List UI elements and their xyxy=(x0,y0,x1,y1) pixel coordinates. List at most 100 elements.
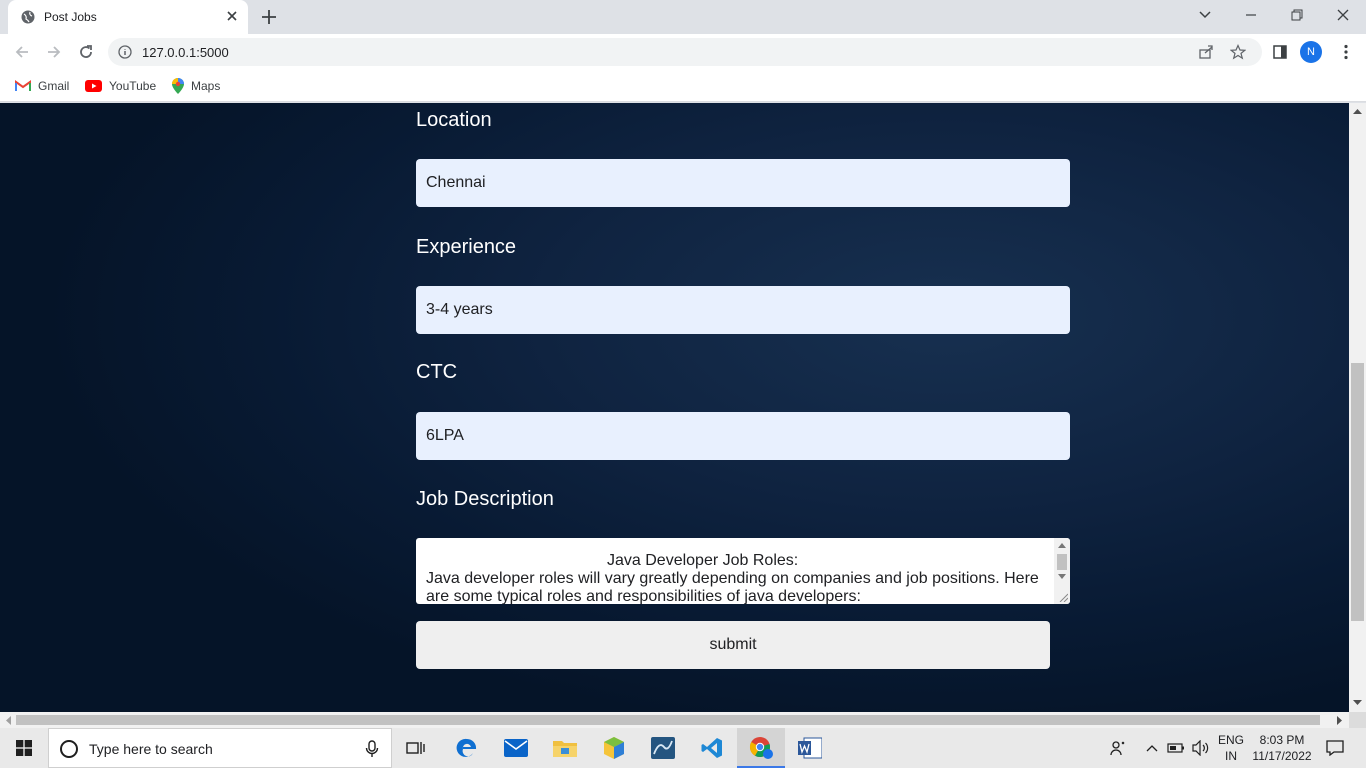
scroll-right-icon[interactable] xyxy=(1337,716,1343,725)
address-bar[interactable]: 127.0.0.1:5000 xyxy=(108,38,1262,66)
more-vert-icon xyxy=(1344,44,1348,60)
horizontal-scroll-thumb[interactable] xyxy=(16,715,1320,725)
chevron-down-icon xyxy=(1199,11,1211,19)
arrow-left-icon xyxy=(15,46,28,58)
taskbar-vscode[interactable] xyxy=(688,728,736,768)
battery-button[interactable] xyxy=(1166,728,1186,768)
side-panel-icon xyxy=(1273,45,1287,59)
share-icon[interactable] xyxy=(1198,44,1214,60)
taskbar-file-explorer[interactable] xyxy=(541,728,589,768)
speaker-icon xyxy=(1192,740,1209,756)
taskbar-mail[interactable] xyxy=(492,728,540,768)
windows-taskbar: Type here to search ENG IN 8:03 PM 11/17… xyxy=(0,728,1366,768)
word-icon xyxy=(798,737,822,759)
windows-logo-icon xyxy=(16,740,32,756)
show-hidden-icons-button[interactable] xyxy=(1142,728,1162,768)
clock: 8:03 PM 11/17/2022 xyxy=(1252,732,1311,764)
youtube-icon xyxy=(85,80,102,92)
battery-icon xyxy=(1167,743,1184,753)
chrome-icon xyxy=(749,737,773,759)
database-app-icon xyxy=(651,737,675,759)
new-tab-icon[interactable] xyxy=(260,8,278,26)
side-panel-button[interactable] xyxy=(1268,40,1292,64)
tab-post-jobs[interactable]: Post Jobs xyxy=(8,0,248,34)
browser-tab-bar: Post Jobs xyxy=(0,0,1366,34)
clock-button[interactable]: 8:03 PM 11/17/2022 xyxy=(1250,728,1314,768)
cube-app-icon xyxy=(604,737,624,759)
bookmark-maps[interactable]: Maps xyxy=(172,78,220,94)
scroll-up-icon[interactable] xyxy=(1353,108,1362,114)
taskbar-edge[interactable] xyxy=(443,728,491,768)
action-center-button[interactable] xyxy=(1318,728,1352,768)
back-button[interactable] xyxy=(10,40,34,64)
restore-button[interactable] xyxy=(1274,0,1320,30)
tab-search-button[interactable] xyxy=(1182,0,1228,30)
task-view-button[interactable] xyxy=(392,728,440,768)
bookmark-label: YouTube xyxy=(109,79,157,93)
search-placeholder: Type here to search xyxy=(89,741,213,757)
scroll-up-icon[interactable] xyxy=(1058,542,1066,548)
description-heading: Java Developer Job Roles: xyxy=(607,552,799,569)
clock-date: 11/17/2022 xyxy=(1252,749,1312,763)
bookmark-star-icon[interactable] xyxy=(1230,44,1246,60)
description-body: Java developer roles will vary greatly d… xyxy=(426,570,1039,604)
submit-button[interactable]: submit xyxy=(416,621,1050,669)
language-indicator: ENG IN xyxy=(1218,732,1244,764)
restore-icon xyxy=(1291,9,1303,21)
page-scroll-thumb[interactable] xyxy=(1351,363,1364,621)
taskbar-word[interactable] xyxy=(786,728,834,768)
taskbar-app-cube[interactable] xyxy=(590,728,638,768)
browser-toolbar: 127.0.0.1:5000 N xyxy=(0,34,1366,70)
experience-input[interactable] xyxy=(416,286,1070,334)
scroll-down-icon[interactable] xyxy=(1353,700,1362,706)
close-icon xyxy=(1337,9,1349,21)
maps-pin-icon xyxy=(172,78,184,94)
minimize-button[interactable] xyxy=(1228,0,1274,30)
bookmark-gmail[interactable]: Gmail xyxy=(15,78,69,94)
taskbar-mysql-workbench[interactable] xyxy=(639,728,687,768)
reload-button[interactable] xyxy=(74,40,98,64)
textarea-scroll-thumb[interactable] xyxy=(1057,554,1067,570)
tab-title: Post Jobs xyxy=(44,10,97,24)
bookmarks-bar: Gmail YouTube Maps xyxy=(0,70,1366,102)
tray-people-button[interactable] xyxy=(1104,728,1132,768)
input-language-button[interactable]: ENG IN xyxy=(1214,728,1248,768)
page-horizontal-scrollbar[interactable] xyxy=(0,712,1349,728)
profile-avatar[interactable]: N xyxy=(1300,41,1322,63)
textarea-scrollbar[interactable] xyxy=(1054,538,1070,604)
page-vertical-scrollbar[interactable] xyxy=(1349,103,1366,712)
chevron-up-icon xyxy=(1146,745,1158,752)
job-description-label: Job Description xyxy=(416,488,554,510)
clock-time: 8:03 PM xyxy=(1259,733,1305,747)
forward-button[interactable] xyxy=(42,40,66,64)
bookmark-label: Gmail xyxy=(38,79,70,93)
close-window-button[interactable] xyxy=(1320,0,1366,30)
resize-handle-icon[interactable] xyxy=(1058,592,1068,602)
scroll-down-icon[interactable] xyxy=(1058,574,1066,580)
bookmark-youtube[interactable]: YouTube xyxy=(85,78,156,94)
ctc-label: CTC xyxy=(416,361,458,383)
taskbar-chrome[interactable] xyxy=(737,728,785,768)
task-view-icon xyxy=(406,742,425,754)
microphone-icon[interactable] xyxy=(365,740,379,758)
job-description-textarea[interactable]: Java Developer Job Roles: Java developer… xyxy=(416,538,1070,604)
region-code: IN xyxy=(1224,749,1237,763)
job-description-text: Java Developer Job Roles: Java developer… xyxy=(426,552,1046,604)
reload-icon xyxy=(80,45,92,58)
cortana-circle-icon xyxy=(60,740,78,758)
volume-button[interactable] xyxy=(1190,728,1212,768)
gmail-icon xyxy=(15,80,31,92)
minimize-icon xyxy=(1246,14,1256,16)
start-button[interactable] xyxy=(0,728,48,768)
close-tab-icon[interactable] xyxy=(224,8,240,24)
mail-icon xyxy=(504,739,528,757)
ctc-input[interactable] xyxy=(416,412,1070,460)
info-icon[interactable] xyxy=(118,45,132,59)
vscode-icon xyxy=(701,738,722,758)
notification-icon xyxy=(1326,740,1344,756)
menu-button[interactable] xyxy=(1334,40,1358,64)
url-text[interactable]: 127.0.0.1:5000 xyxy=(142,45,229,60)
location-input[interactable] xyxy=(416,159,1070,207)
taskbar-search-box[interactable]: Type here to search xyxy=(48,728,392,768)
scroll-left-icon[interactable] xyxy=(5,716,11,725)
